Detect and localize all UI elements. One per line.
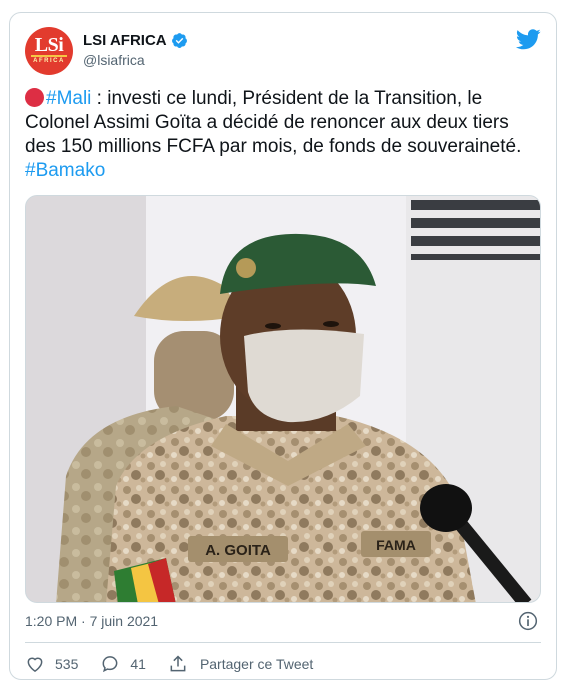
hashtag-mali-link[interactable]: #Mali bbox=[46, 88, 91, 109]
display-name[interactable]: LSI AFRICA bbox=[83, 32, 188, 49]
unit-tag-text: FAMA bbox=[376, 537, 416, 553]
like-button[interactable]: 535 bbox=[25, 654, 78, 674]
share-label: Partager ce Tweet bbox=[199, 656, 314, 672]
avatar[interactable]: LSi AFRICA bbox=[25, 27, 73, 75]
tweet-timestamp[interactable]: 1:20 PM · 7 juin 2021 bbox=[25, 613, 158, 629]
tweet-photo[interactable]: A. GOITA FAMA bbox=[25, 195, 541, 603]
heart-icon bbox=[27, 657, 43, 672]
verified-badge-icon bbox=[171, 33, 187, 48]
tweet-actions: 535 41 Partager ce Tweet bbox=[25, 653, 335, 675]
name-tag-text: A. GOITA bbox=[205, 542, 271, 559]
tweet-body: : investi ce lundi, Président de la Tran… bbox=[25, 88, 522, 157]
tweet-card: LSi AFRICA LSI AFRICA @lsiafrica #Mali :… bbox=[9, 12, 557, 680]
display-name-text: LSI AFRICA bbox=[83, 32, 167, 49]
tweet-text: #Mali : investi ce lundi, Président de l… bbox=[25, 87, 543, 183]
tweet-header: LSi AFRICA LSI AFRICA @lsiafrica bbox=[25, 27, 541, 77]
avatar-logo-text: LSi bbox=[34, 34, 64, 56]
user-handle[interactable]: @lsiafrica bbox=[83, 52, 188, 68]
twitter-bird-icon[interactable] bbox=[516, 29, 541, 50]
like-count: 535 bbox=[55, 656, 79, 672]
hashtag-bamako-link[interactable]: #Bamako bbox=[25, 160, 105, 181]
reply-bubble-icon bbox=[102, 656, 118, 673]
user-info: LSI AFRICA @lsiafrica bbox=[83, 32, 188, 68]
avatar-logo-bar bbox=[31, 55, 67, 57]
share-tweet-button[interactable]: Partager ce Tweet bbox=[168, 654, 313, 674]
reply-button[interactable]: 41 bbox=[100, 654, 146, 674]
share-icon bbox=[170, 655, 186, 672]
reply-count: 41 bbox=[130, 656, 146, 672]
red-circle-emoji-icon bbox=[25, 88, 44, 107]
photo-illustration: A. GOITA FAMA bbox=[26, 196, 540, 602]
divider bbox=[25, 642, 541, 643]
info-icon[interactable] bbox=[518, 611, 538, 631]
avatar-logo-subtext: AFRICA bbox=[33, 58, 65, 64]
